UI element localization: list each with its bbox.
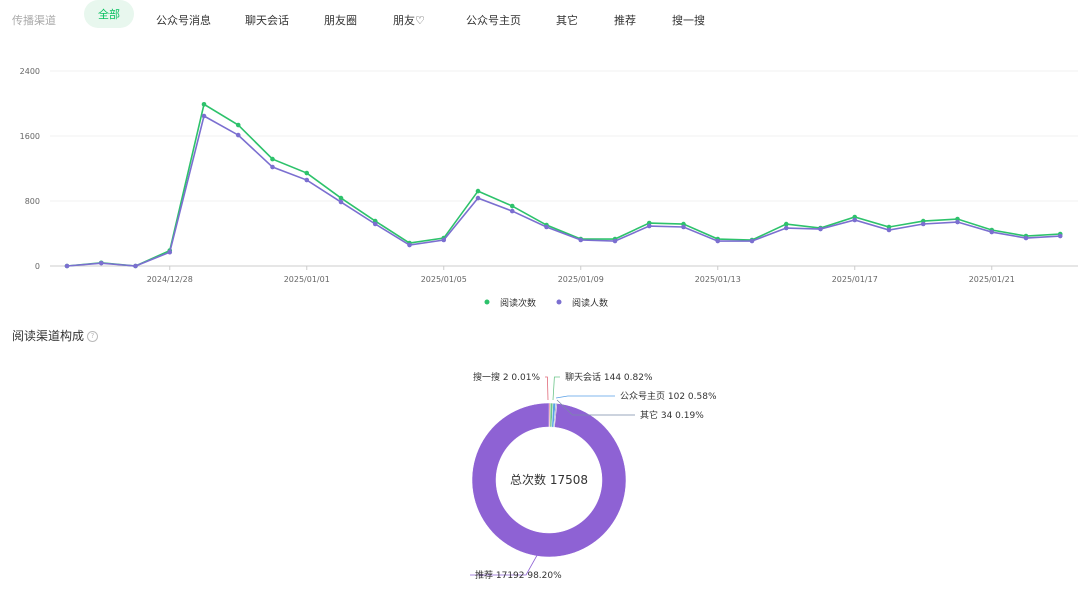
donut-center-label: 总次数 17508 xyxy=(510,472,588,487)
data-point[interactable] xyxy=(886,227,892,233)
series-line-0 xyxy=(66,103,1061,267)
data-point[interactable] xyxy=(1057,233,1063,239)
data-point[interactable] xyxy=(715,238,721,244)
data-point[interactable] xyxy=(783,225,789,231)
x-tick-label: 2025/01/13 xyxy=(695,275,741,284)
data-point[interactable] xyxy=(749,238,755,244)
data-point[interactable] xyxy=(920,221,926,227)
y-tick-label: 1600 xyxy=(20,132,40,141)
data-point[interactable] xyxy=(509,208,515,214)
legend-label[interactable]: 阅读人数 xyxy=(572,297,608,309)
x-tick-label: 2024/12/28 xyxy=(147,275,193,284)
data-point[interactable] xyxy=(475,188,481,194)
x-tick-label: 2025/01/09 xyxy=(558,275,604,284)
data-point[interactable] xyxy=(852,217,858,223)
legend-label[interactable]: 阅读次数 xyxy=(500,297,536,309)
data-point[interactable] xyxy=(167,249,173,255)
label-leader-line xyxy=(555,395,615,399)
slice-label: 其它 34 0.19% xyxy=(640,409,704,421)
data-point[interactable] xyxy=(407,242,412,248)
data-point[interactable] xyxy=(304,177,310,183)
data-point[interactable] xyxy=(475,195,481,201)
data-point[interactable] xyxy=(544,224,549,230)
data-point[interactable] xyxy=(1023,235,1029,241)
y-tick-label: 0 xyxy=(35,262,40,271)
data-point[interactable] xyxy=(304,170,310,176)
data-point[interactable] xyxy=(201,102,207,107)
data-point[interactable] xyxy=(612,238,618,244)
y-tick-label: 800 xyxy=(25,197,40,206)
data-point[interactable] xyxy=(270,156,275,162)
data-point[interactable] xyxy=(989,229,995,235)
data-point[interactable] xyxy=(64,263,70,269)
donut-chart: 聊天会话 144 0.82% 公众号主页 102 0.58% 其它 34 0.19%… xyxy=(470,371,717,581)
data-point[interactable] xyxy=(783,221,789,227)
slice-label: 搜一搜 2 0.01% xyxy=(473,371,540,383)
data-point[interactable] xyxy=(133,263,138,269)
data-point[interactable] xyxy=(338,199,344,205)
data-point[interactable] xyxy=(235,132,241,138)
data-point[interactable] xyxy=(681,224,686,230)
donut-slice[interactable] xyxy=(548,402,551,428)
data-point[interactable] xyxy=(372,221,378,227)
data-point[interactable] xyxy=(98,260,104,266)
data-point[interactable] xyxy=(955,219,960,225)
label-leader-line xyxy=(545,376,549,401)
data-point[interactable] xyxy=(441,237,447,243)
slice-label: 公众号主页 102 0.58% xyxy=(620,390,717,402)
x-tick-label: 2025/01/05 xyxy=(421,275,467,284)
legend-marker xyxy=(556,299,562,305)
series-line-1 xyxy=(66,114,1061,267)
label-leader-line xyxy=(552,376,560,401)
x-tick-label: 2025/01/21 xyxy=(969,275,1015,284)
data-point[interactable] xyxy=(270,164,275,170)
data-point[interactable] xyxy=(338,195,344,201)
y-tick-label: 2400 xyxy=(20,67,40,76)
x-tick-label: 2025/01/17 xyxy=(832,275,878,284)
slice-label: 聊天会话 144 0.82% xyxy=(565,371,653,383)
data-point[interactable] xyxy=(509,203,515,209)
data-point[interactable] xyxy=(235,122,241,128)
x-tick-label: 2025/01/01 xyxy=(284,275,330,284)
data-point[interactable] xyxy=(818,226,823,232)
slice-label: 推荐 17192 98.20% xyxy=(475,569,562,581)
line-chart: 0 800 1600 2400 2024/12/28 2025/01/01 2025/01/… xyxy=(20,67,1078,309)
data-point[interactable] xyxy=(578,237,584,243)
data-point[interactable] xyxy=(646,223,652,229)
data-point[interactable] xyxy=(201,113,207,119)
legend-marker xyxy=(484,299,490,305)
